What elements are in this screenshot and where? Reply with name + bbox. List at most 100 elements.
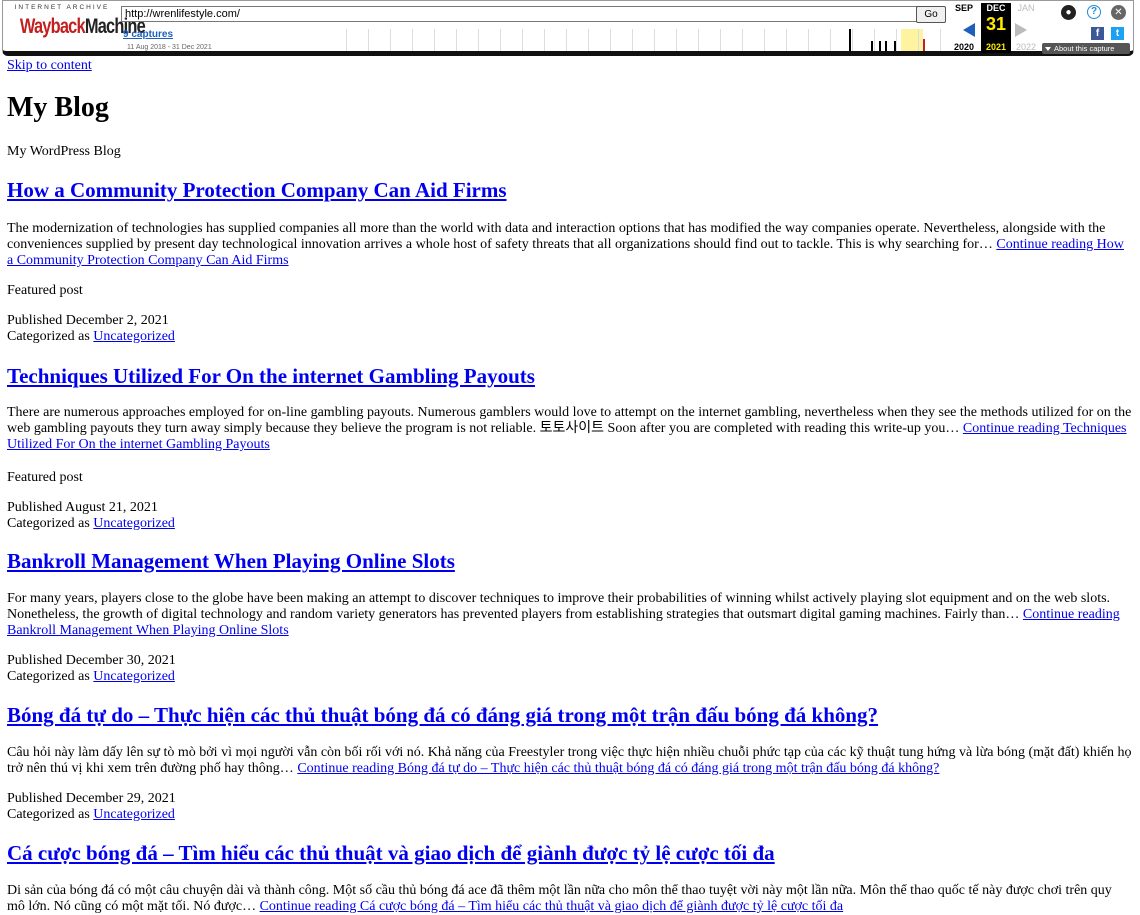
post-title[interactable]: Bankroll Management When Playing Online … <box>7 549 455 574</box>
sparkline-year-divider <box>918 29 919 51</box>
post-excerpt: Di sản của bóng đá có một câu chuyện dài… <box>7 883 1112 914</box>
wayback-wordmark: WaybackMachine <box>19 15 146 38</box>
sparkline-year-divider <box>742 29 743 51</box>
prev-year-label: 2020 <box>953 42 975 52</box>
next-capture-column[interactable]: JAN 2022 <box>1011 3 1041 53</box>
captures-link[interactable]: 9 captures <box>123 29 173 40</box>
captures-count[interactable]: 9 captures <box>123 29 173 40</box>
post-meta: Published December 29, 2021 Categorized … <box>7 791 176 823</box>
post-excerpt: The modernization of technologies has su… <box>7 221 1124 268</box>
current-month-highlight <box>901 29 923 51</box>
post-title[interactable]: Cá cược bóng đá – Tìm hiểu các thủ thuật… <box>7 841 775 866</box>
post-meta: Published December 30, 2021 Categorized … <box>7 653 176 685</box>
post-category-line: Categorized as Uncategorized <box>7 516 175 531</box>
sparkline-year-divider <box>698 29 699 51</box>
sparkline-year-divider <box>764 29 765 51</box>
capture-density-bar <box>923 39 925 51</box>
post-excerpt: Câu hỏi này làm dấy lên sự tò mò bởi vì … <box>7 745 1132 776</box>
sparkline-year-divider <box>654 29 655 51</box>
internet-archive-label: INTERNET ARCHIVE <box>14 4 110 11</box>
about-capture-button[interactable]: About this capture <box>1042 43 1130 54</box>
next-month-label: JAN <box>1017 3 1035 13</box>
post-published-date: Published December 30, 2021 <box>7 653 176 668</box>
current-year-label: 2021 <box>985 42 1007 52</box>
post-published-date: Published August 21, 2021 <box>7 500 158 515</box>
featured-post-label: Featured post <box>7 470 83 485</box>
post-category-line: Categorized as Uncategorized <box>7 807 175 822</box>
post-title-link[interactable]: How a Community Protection Company Can A… <box>7 178 507 202</box>
wayback-go-button[interactable]: Go <box>916 6 946 23</box>
capture-density-bar <box>871 41 873 51</box>
dropdown-triangle-icon <box>1045 47 1051 52</box>
sparkline-year-divider <box>412 29 413 51</box>
sparkline-year-divider <box>566 29 567 51</box>
sparkline-year-divider <box>610 29 611 51</box>
sparkline-year-divider <box>346 29 347 51</box>
captures-date-range: 11 Aug 2018 - 31 Dec 2021 <box>127 44 212 51</box>
capture-density-bar <box>894 41 896 51</box>
sparkline-year-divider <box>390 29 391 51</box>
sparkline-year-divider <box>544 29 545 51</box>
twitter-icon[interactable]: t <box>1111 27 1124 40</box>
wayback-logo[interactable]: INTERNET ARCHIVE WaybackMachine <box>8 4 146 48</box>
facebook-icon[interactable]: f <box>1091 27 1104 40</box>
sparkline-year-divider <box>852 29 853 51</box>
capture-density-bar <box>849 29 851 51</box>
post-title-link[interactable]: Cá cược bóng đá – Tìm hiểu các thủ thuật… <box>7 841 775 865</box>
sparkline-year-divider <box>676 29 677 51</box>
category-link[interactable]: Uncategorized <box>93 516 175 531</box>
site-description: My WordPress Blog <box>7 144 121 159</box>
category-link[interactable]: Uncategorized <box>93 329 175 344</box>
prev-month-label: SEP <box>954 3 973 13</box>
sparkline-year-divider <box>434 29 435 51</box>
category-link[interactable]: Uncategorized <box>93 807 175 822</box>
current-capture-column: DEC 31 2021 <box>981 3 1011 53</box>
sparkline-year-divider <box>786 29 787 51</box>
sparkline-year-divider <box>896 29 897 51</box>
next-capture-arrow-icon[interactable] <box>1015 23 1027 37</box>
current-day-label: 31 <box>985 14 1007 34</box>
sparkline-year-divider <box>368 29 369 51</box>
sparkline-year-divider <box>522 29 523 51</box>
post-meta: Published August 21, 2021 Categorized as… <box>7 500 175 532</box>
sparkline-year-divider <box>500 29 501 51</box>
help-icon[interactable]: ? <box>1087 5 1101 19</box>
sparkline-year-divider <box>588 29 589 51</box>
continue-reading-link[interactable]: Continue reading Bóng đá tự do – Thực hi… <box>297 761 939 776</box>
capture-month-nav: SEP 2020 DEC 31 2021 JAN 2022 <box>949 3 1041 53</box>
capture-density-bar <box>885 41 887 51</box>
post-title-link[interactable]: Bóng đá tự do – Thực hiện các thủ thuật … <box>7 703 878 727</box>
featured-post-label: Featured post <box>7 283 83 298</box>
capture-sparkline[interactable] <box>343 25 943 53</box>
post-title-link[interactable]: Techniques Utilized For On the internet … <box>7 364 535 388</box>
sparkline-year-divider <box>632 29 633 51</box>
prev-capture-arrow-icon[interactable] <box>963 23 975 37</box>
sparkline-year-divider <box>940 29 941 51</box>
sparkline-year-divider <box>874 29 875 51</box>
post-meta: Published December 2, 2021 Categorized a… <box>7 313 175 345</box>
skip-to-content-link[interactable]: Skip to content <box>7 58 92 74</box>
capture-density-bar <box>879 41 881 51</box>
sparkline-year-divider <box>720 29 721 51</box>
post-published-date: Published December 2, 2021 <box>7 313 169 328</box>
category-link[interactable]: Uncategorized <box>93 669 175 684</box>
post-excerpt: For many years, players close to the glo… <box>7 591 1120 638</box>
sparkline-year-divider <box>808 29 809 51</box>
sparkline-year-divider <box>456 29 457 51</box>
post-title-link[interactable]: Bankroll Management When Playing Online … <box>7 549 455 573</box>
post-excerpt: There are numerous approaches employed f… <box>7 405 1132 452</box>
post-title[interactable]: Techniques Utilized For On the internet … <box>7 364 535 389</box>
site-title[interactable]: My Blog <box>7 92 109 124</box>
user-icon[interactable]: ● <box>1061 5 1076 20</box>
post-title[interactable]: How a Community Protection Company Can A… <box>7 178 507 203</box>
wayback-url-input[interactable]: http://wrenlifestyle.com/ <box>121 6 919 22</box>
next-year-label: 2022 <box>1015 42 1037 52</box>
post-published-date: Published December 29, 2021 <box>7 791 176 806</box>
sparkline-year-divider <box>830 29 831 51</box>
prev-capture-column[interactable]: SEP 2020 <box>949 3 979 53</box>
current-month-label: DEC <box>986 3 1006 13</box>
close-icon[interactable]: ✕ <box>1111 5 1126 20</box>
wayback-toolbar: INTERNET ARCHIVE WaybackMachine http://w… <box>2 0 1134 56</box>
post-title[interactable]: Bóng đá tự do – Thực hiện các thủ thuật … <box>7 703 878 728</box>
sparkline-year-divider <box>478 29 479 51</box>
